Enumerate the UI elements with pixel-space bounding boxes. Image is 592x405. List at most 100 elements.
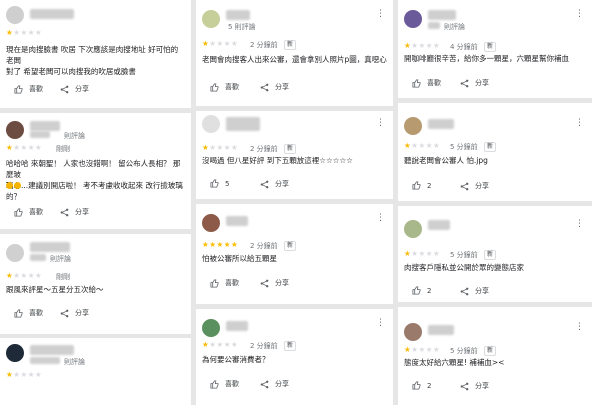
star-rating: ★★★★★ [404,345,440,354]
avatar[interactable] [404,117,422,135]
more-options-icon[interactable]: ⋮ [376,214,385,223]
reviewer-name-blurred[interactable] [30,9,74,19]
share-icon [460,382,469,390]
share-button[interactable]: 分享 [260,278,289,288]
like-button[interactable]: 喜歡 [210,278,239,288]
avatar[interactable] [404,323,422,341]
reviewer-name-blurred[interactable] [428,325,454,335]
avatar[interactable] [404,220,422,238]
review-time: 剛剛 [56,273,70,281]
reviewer-name-blurred[interactable] [30,121,60,131]
reviewer-name-blurred[interactable] [30,345,74,355]
like-button[interactable]: 2 [412,286,431,295]
share-icon [60,85,69,93]
review-count: 則評論 [64,358,85,366]
avatar[interactable] [6,344,24,362]
share-label: 分享 [75,85,89,93]
reviewer-name-blurred[interactable] [226,321,248,331]
more-options-icon[interactable]: ⋮ [376,119,385,128]
share-button[interactable]: 分享 [460,78,489,88]
review-text: 跟風來評星～五星分五次給～ [6,285,104,294]
like-label: 喜歡 [29,208,43,216]
reviews-collage: ★★★★★ 現在是肉搜臉書 吹居 下次應該是肉搜地址 好可怕的老闆 對了 希望老… [0,0,592,405]
review-time: 剛剛 [56,145,70,153]
share-icon [260,380,269,388]
star-icon: ★ [425,141,433,150]
review-card: ⋮ ★★★★★ 2 分鐘前 新 為何要公審消費者？ 喜歡 分享 [196,309,393,405]
reviewer-name-blurred[interactable] [226,216,248,226]
like-button[interactable]: 喜歡 [14,84,43,94]
star-icon: ★ [223,39,231,48]
avatar[interactable] [404,10,422,28]
star-icon: ★ [27,28,35,37]
more-options-icon[interactable]: ⋮ [376,10,385,19]
like-label: 喜歡 [225,83,239,91]
like-button[interactable]: 喜歡 [210,82,239,92]
share-icon [60,208,69,216]
avatar[interactable] [202,319,220,337]
star-rating: ★★★★★ [6,28,42,37]
star-icon: ★ [20,28,28,37]
share-button[interactable]: 分享 [260,82,289,92]
reviewer-name-blurred[interactable] [226,117,260,131]
share-button[interactable]: 分享 [260,379,289,389]
reviewer-name-blurred[interactable] [428,220,450,230]
more-options-icon[interactable]: ⋮ [575,323,584,332]
avatar[interactable] [6,244,24,262]
avatar[interactable] [202,115,220,133]
share-label: 分享 [475,382,489,390]
like-button[interactable]: 喜歡 [210,379,239,389]
like-button[interactable]: 喜歡 [412,78,441,88]
new-badge: 新 [284,341,297,351]
share-button[interactable]: 分享 [60,84,89,94]
reviewer-name-blurred[interactable] [428,119,454,129]
review-text: 聽說老闆會公審人 怕.jpg [404,156,488,165]
thumb-up-icon [412,78,421,88]
star-icon: ★ [425,345,433,354]
avatar[interactable] [6,121,24,139]
more-options-icon[interactable]: ⋮ [575,119,584,128]
avatar[interactable] [202,10,220,28]
more-options-icon[interactable]: ⋮ [376,319,385,328]
reviewer-name-blurred[interactable] [30,242,70,252]
new-badge: 新 [284,241,297,251]
like-button[interactable]: 2 [412,181,431,190]
like-button[interactable]: 喜歡 [14,207,43,217]
like-button[interactable]: 喜歡 [14,308,43,318]
more-options-icon[interactable]: ⋮ [575,220,584,229]
star-icon: ★ [432,345,441,354]
more-options-icon[interactable]: ⋮ [575,10,584,19]
review-count: 則評論 [50,255,71,263]
avatar[interactable] [6,6,24,24]
share-icon [60,309,69,317]
like-count: 2 [427,286,432,295]
reviewer-name-blurred[interactable] [226,10,250,20]
star-icon: ★ [216,240,224,249]
star-icon: ★ [425,249,433,258]
reviewer-name-blurred[interactable] [428,10,456,20]
star-icon: ★ [432,41,441,50]
thumb-up-icon [210,278,219,288]
like-button[interactable]: 2 [412,381,431,390]
share-button[interactable]: 分享 [460,286,489,296]
thumb-up-icon [14,308,23,318]
share-label: 分享 [275,380,289,388]
thumb-up-icon [412,286,421,295]
star-icon: ★ [223,340,231,349]
review-column-1: ★★★★★ 現在是肉搜臉書 吹居 下次應該是肉搜地址 好可怕的老闆 對了 希望老… [0,0,191,405]
share-button[interactable]: 分享 [260,179,289,189]
share-button[interactable]: 分享 [60,308,89,318]
like-button[interactable]: 5 [210,179,229,188]
thumb-up-icon [14,84,23,94]
thumb-up-icon [14,207,23,217]
reviewer-count-blurred [428,22,440,29]
star-icon: ★ [20,143,28,152]
share-button[interactable]: 分享 [460,381,489,391]
star-icon: ★ [425,41,433,50]
review-card: 則評論 ★★★★★ [0,338,191,405]
avatar[interactable] [202,214,220,232]
review-card: 則評論 ★★★★★ 剛剛 跟風來評星～五星分五次給～ 喜歡 分享 [0,234,191,334]
share-button[interactable]: 分享 [460,181,489,191]
share-icon [260,279,269,287]
share-button[interactable]: 分享 [60,207,89,217]
